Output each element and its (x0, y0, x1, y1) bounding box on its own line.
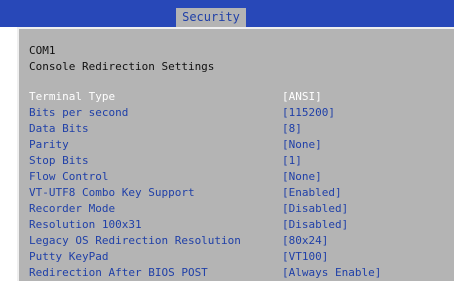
setting-label: Terminal Type (29, 90, 116, 103)
setting-flow-control[interactable]: Flow Control [None] (29, 169, 449, 185)
tab-security[interactable]: Security (176, 8, 246, 27)
setting-bits-per-second[interactable]: Bits per second [115200] (29, 105, 449, 121)
setting-recorder-mode[interactable]: Recorder Mode [Disabled] (29, 201, 449, 217)
setting-stop-bits[interactable]: Stop Bits [1] (29, 153, 449, 169)
bottom-margin (0, 281, 454, 292)
setting-label: Legacy OS Redirection Resolution (29, 234, 241, 247)
setting-label: Redirection After BIOS POST (29, 266, 208, 279)
setting-value[interactable]: [1] (282, 153, 302, 169)
setting-value[interactable]: [Enabled] (282, 185, 342, 201)
setting-putty-keypad[interactable]: Putty KeyPad [VT100] (29, 249, 449, 265)
setting-redirection-after-post[interactable]: Redirection After BIOS POST [Always Enab… (29, 265, 449, 281)
setting-value[interactable]: [80x24] (282, 233, 328, 249)
setting-value[interactable]: [8] (282, 121, 302, 137)
setting-value[interactable]: [Disabled] (282, 217, 348, 233)
setting-label: Recorder Mode (29, 202, 116, 215)
setting-label: VT-UTF8 Combo Key Support (29, 186, 195, 199)
section-subtitle: Console Redirection Settings (29, 60, 215, 73)
setting-value[interactable]: [None] (282, 169, 322, 185)
setting-parity[interactable]: Parity [None] (29, 137, 449, 153)
setting-label: Data Bits (29, 122, 89, 135)
settings-panel: COM1 Console Redirection Settings Termin… (17, 27, 454, 281)
section-title: COM1 (29, 44, 56, 57)
setting-label: Stop Bits (29, 154, 89, 167)
setting-value[interactable]: [115200] (282, 105, 335, 121)
setting-label: Flow Control (29, 170, 109, 183)
setting-label: Putty KeyPad (29, 250, 109, 263)
setting-terminal-type[interactable]: Terminal Type [ANSI] (29, 89, 449, 105)
setting-vt-utf8-combo-key[interactable]: VT-UTF8 Combo Key Support [Enabled] (29, 185, 449, 201)
bios-header-bar: Security (0, 0, 454, 27)
setting-label: Bits per second (29, 106, 129, 119)
setting-resolution-100x31[interactable]: Resolution 100x31 [Disabled] (29, 217, 449, 233)
setting-label: Resolution 100x31 (29, 218, 142, 231)
setting-value[interactable]: [Always Enable] (282, 265, 381, 281)
setting-value[interactable]: [ANSI] (282, 89, 322, 105)
setting-value[interactable]: [None] (282, 137, 322, 153)
setting-data-bits[interactable]: Data Bits [8] (29, 121, 449, 137)
setting-value[interactable]: [VT100] (282, 249, 328, 265)
setting-legacy-os-resolution[interactable]: Legacy OS Redirection Resolution [80x24] (29, 233, 449, 249)
setting-label: Parity (29, 138, 69, 151)
setting-value[interactable]: [Disabled] (282, 201, 348, 217)
